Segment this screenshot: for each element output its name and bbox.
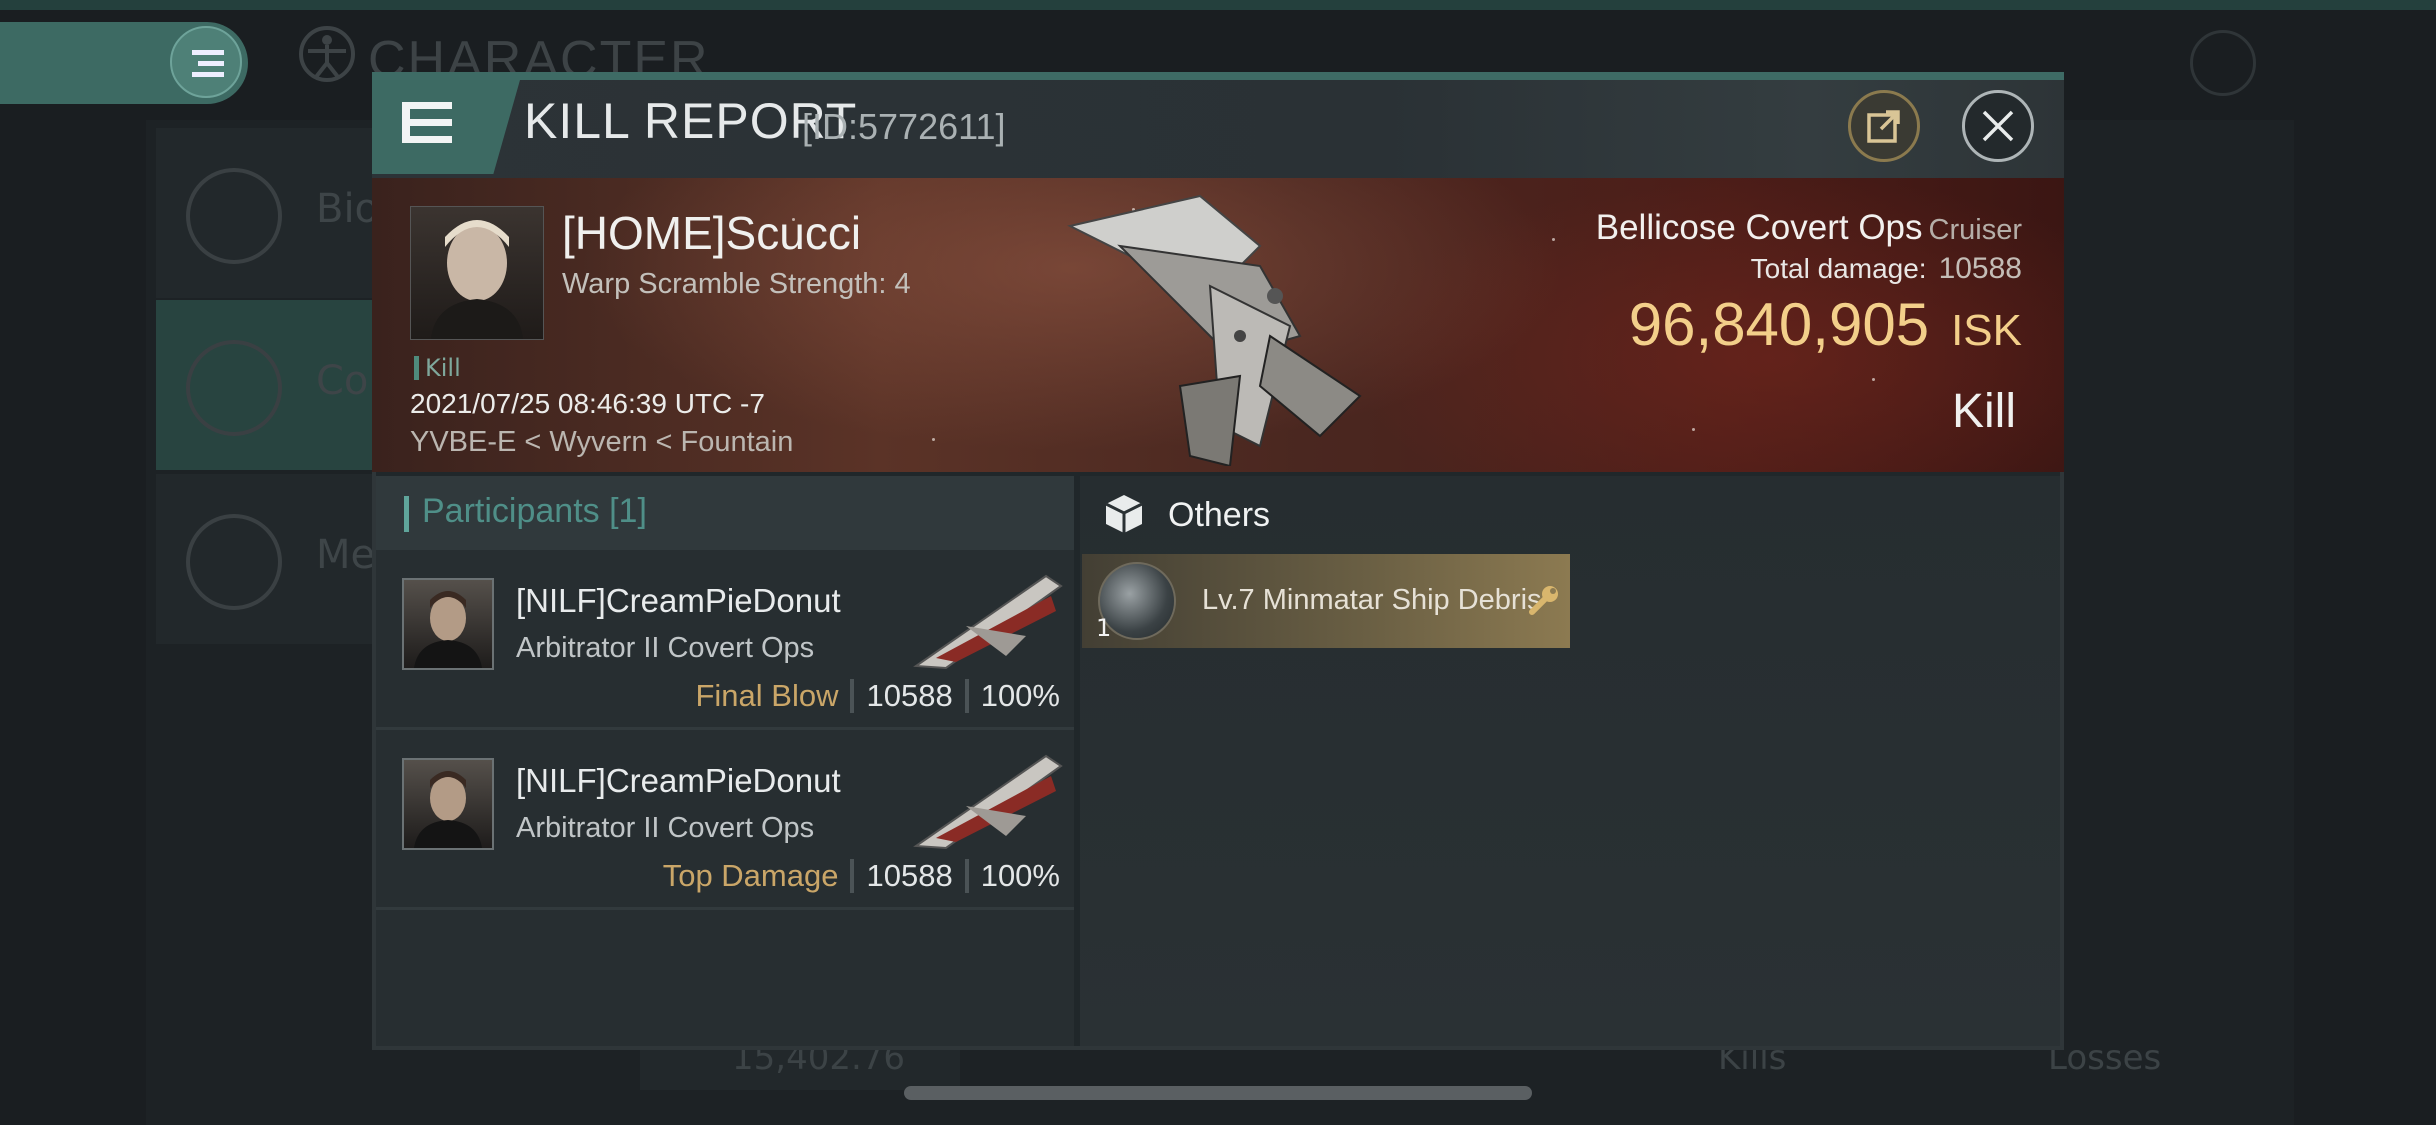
- menu-icon: [402, 102, 452, 143]
- victim-ship-name[interactable]: Bellicose Covert Ops: [1596, 208, 1923, 247]
- participant-avatar: [402, 758, 494, 850]
- total-damage: Total damage: 10588: [1751, 252, 2022, 286]
- participant-tag: Final Blow: [695, 678, 839, 713]
- victim-ship-image: [1067, 194, 1362, 466]
- participant-stats: Top Damage 10588 100%: [663, 858, 1060, 894]
- participant-avatar: [402, 578, 494, 670]
- menu-icon: [170, 26, 242, 98]
- star-icon: [186, 514, 282, 610]
- wrench-icon: [1529, 586, 1558, 615]
- sidebar-item-label: Co: [316, 358, 369, 404]
- isk-value: 96,840,905 ISK: [1629, 290, 2022, 359]
- victim-pilot-name[interactable]: [HOME]Scucci: [562, 206, 861, 260]
- others-header: Others: [1080, 476, 2060, 550]
- kill-report-id: [ID:5772611]: [802, 106, 1006, 147]
- box-icon: [1105, 495, 1143, 533]
- warp-scramble-strength: Warp Scramble Strength: 4: [562, 268, 911, 300]
- victim-ship: Bellicose Covert Ops Cruiser: [1596, 208, 2022, 248]
- participant-name[interactable]: [NILF]CreamPieDonut: [516, 582, 841, 620]
- kill-type-tag: Kill: [414, 354, 461, 382]
- participant-row[interactable]: [NILF]CreamPieDonut Arbitrator II Covert…: [376, 732, 1074, 910]
- loot-item[interactable]: 1 Lv.7 Minmatar Ship Debris: [1082, 554, 1570, 648]
- swords-icon: [186, 340, 282, 436]
- background-close-button[interactable]: [2190, 30, 2256, 96]
- close-icon: [1982, 110, 2014, 142]
- victim-portrait[interactable]: [410, 206, 544, 340]
- kill-type-label: Kill: [425, 354, 461, 382]
- participants-header: Participants [1]: [376, 476, 1074, 550]
- share-button[interactable]: [1848, 90, 1920, 162]
- victim-ship-class: Cruiser: [1928, 214, 2022, 246]
- participant-damage: 10588: [866, 858, 953, 893]
- participant-ship: Arbitrator II Covert Ops: [516, 632, 815, 664]
- others-title: Others: [1168, 496, 1271, 534]
- participant-percent: 100%: [980, 858, 1060, 893]
- ship-icon: [913, 574, 1063, 670]
- loot-name: Lv.7 Minmatar Ship Debris: [1202, 584, 1542, 616]
- participant-ship: Arbitrator II Covert Ops: [516, 812, 815, 844]
- loot-quantity: 1: [1096, 614, 1112, 642]
- total-damage-label: Total damage:: [1750, 253, 1927, 284]
- sidebar-item-label: Bio: [316, 186, 380, 232]
- close-button[interactable]: [1962, 90, 2034, 162]
- total-damage-value: 10588: [1938, 252, 2022, 285]
- home-indicator[interactable]: [904, 1086, 1532, 1100]
- kill-location[interactable]: YVBE-E < Wyvern < Fountain: [410, 426, 793, 459]
- share-icon: [1867, 110, 1900, 143]
- ship-icon: [913, 754, 1063, 850]
- participant-tag: Top Damage: [662, 858, 839, 893]
- isk-unit: ISK: [1951, 306, 2022, 355]
- sidebar-item-label: Me: [316, 532, 376, 578]
- kill-datetime: 2021/07/25 08:46:39 UTC -7: [410, 388, 765, 419]
- participant-name[interactable]: [NILF]CreamPieDonut: [516, 762, 841, 800]
- participant-row[interactable]: [NILF]CreamPieDonut Arbitrator II Covert…: [376, 552, 1074, 730]
- isk-amount: 96,840,905: [1628, 291, 1930, 358]
- background-menu-button[interactable]: [0, 22, 248, 104]
- participants-header-label: Participants [1]: [422, 492, 647, 530]
- background-losses-label: Losses: [2048, 1038, 2162, 1078]
- kill-result: Kill: [1951, 385, 2016, 438]
- top-status-line: [0, 0, 2436, 10]
- vitruvian-icon: [298, 25, 356, 96]
- participant-percent: 100%: [980, 678, 1060, 713]
- participant-damage: 10588: [866, 678, 953, 713]
- bio-icon: [186, 168, 282, 264]
- participant-stats: Final Blow 10588 100%: [695, 678, 1060, 714]
